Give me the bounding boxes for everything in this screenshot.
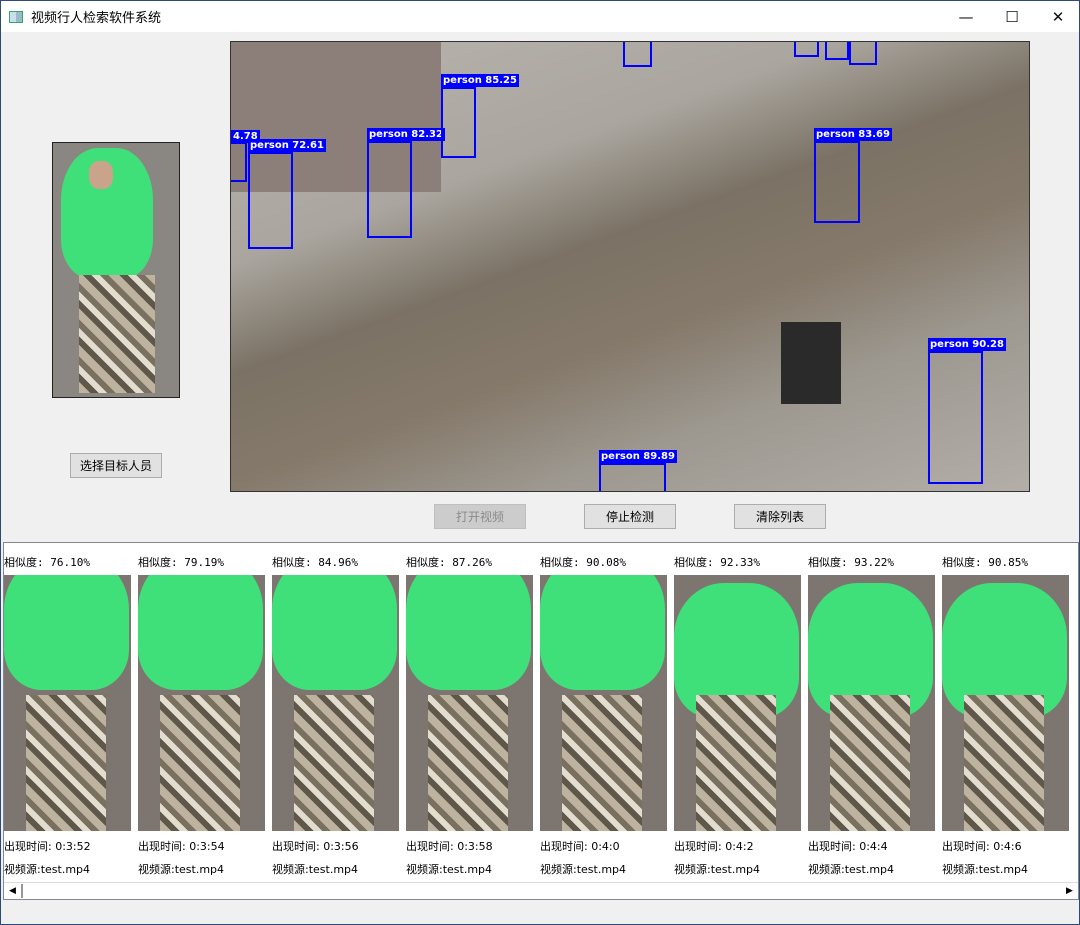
appear-time-label: 出现时间: 0:4:2	[674, 840, 754, 853]
close-button[interactable]: ✕	[1035, 1, 1080, 32]
select-target-button[interactable]: 选择目标人员	[70, 453, 162, 478]
video-source-label: 视频源:test.mp4	[138, 863, 225, 876]
result-person-image	[942, 575, 1069, 831]
result-person-image	[808, 575, 935, 831]
window-title: 视频行人检索软件系统	[31, 11, 162, 26]
similarity-label: 相似度: 90.85%	[942, 556, 1028, 569]
detection-box	[794, 42, 819, 57]
detection-box	[441, 87, 476, 158]
results-list[interactable]: ◀ ▶ 相似度: 76.10% 出现时间: 0:3:52 视频源:test.mp…	[3, 542, 1079, 900]
detection-box	[928, 351, 983, 484]
video-source-label: 视频源:test.mp4	[808, 863, 895, 876]
minimize-button[interactable]: —	[943, 1, 989, 32]
result-person-image	[540, 575, 667, 831]
video-source-label: 视频源:test.mp4	[942, 863, 1029, 876]
detection-label: person 72.61	[248, 139, 326, 152]
detection-label: person 89.89	[599, 450, 677, 463]
detection-label: person 82.32	[367, 128, 445, 141]
detection-label: person 90.28	[928, 338, 1006, 351]
app-icon	[9, 10, 23, 23]
scroll-right-button[interactable]: ▶	[1061, 883, 1078, 899]
video-source-label: 视频源:test.mp4	[406, 863, 493, 876]
appear-time-label: 出现时间: 0:4:0	[540, 840, 620, 853]
similarity-label: 相似度: 79.19%	[138, 556, 224, 569]
detection-label: person 83.69	[814, 128, 892, 141]
appear-time-label: 出现时间: 0:4:4	[808, 840, 888, 853]
video-source-label: 视频源:test.mp4	[674, 863, 761, 876]
detection-box	[825, 42, 849, 60]
detection-box	[599, 463, 666, 491]
similarity-label: 相似度: 92.33%	[674, 556, 760, 569]
appear-time-label: 出现时间: 0:3:56	[272, 840, 359, 853]
detection-box	[849, 42, 877, 65]
similarity-label: 相似度: 84.96%	[272, 556, 358, 569]
similarity-label: 相似度: 87.26%	[406, 556, 492, 569]
detection-box	[248, 152, 293, 249]
open-video-button[interactable]: 打开视频	[434, 504, 526, 529]
appear-time-label: 出现时间: 0:3:58	[406, 840, 493, 853]
utility-box	[781, 322, 841, 404]
similarity-label: 相似度: 90.08%	[540, 556, 626, 569]
result-person-image	[4, 575, 131, 831]
appear-time-label: 出现时间: 0:3:52	[4, 840, 91, 853]
detection-box	[623, 42, 652, 67]
detection-box	[814, 141, 860, 223]
video-source-label: 视频源:test.mp4	[540, 863, 627, 876]
scroll-left-button[interactable]: ◀	[4, 883, 21, 899]
video-frame: 4.78 person 72.61 person 82.32 person 85.25…	[230, 41, 1030, 492]
maximize-button[interactable]: ☐	[989, 1, 1035, 32]
title-bar: 视频行人检索软件系统 — ☐ ✕	[1, 1, 1079, 32]
appear-time-label: 出现时间: 0:3:54	[138, 840, 225, 853]
detection-box	[367, 141, 412, 238]
similarity-label: 相似度: 93.22%	[808, 556, 894, 569]
similarity-label: 相似度: 76.10%	[4, 556, 90, 569]
result-person-image	[138, 575, 265, 831]
detection-box	[231, 142, 247, 182]
appear-time-label: 出现时间: 0:4:6	[942, 840, 1022, 853]
detection-label: person 85.25	[441, 74, 519, 87]
clear-list-button[interactable]: 清除列表	[734, 504, 826, 529]
result-person-image	[272, 575, 399, 831]
scroll-thumb[interactable]	[21, 884, 23, 898]
target-person-image	[52, 142, 180, 398]
stop-detect-button[interactable]: 停止检测	[584, 504, 676, 529]
result-person-image	[674, 575, 801, 831]
horizontal-scrollbar[interactable]: ◀ ▶	[4, 882, 1078, 899]
video-source-label: 视频源:test.mp4	[272, 863, 359, 876]
video-source-label: 视频源:test.mp4	[4, 863, 91, 876]
result-person-image	[406, 575, 533, 831]
